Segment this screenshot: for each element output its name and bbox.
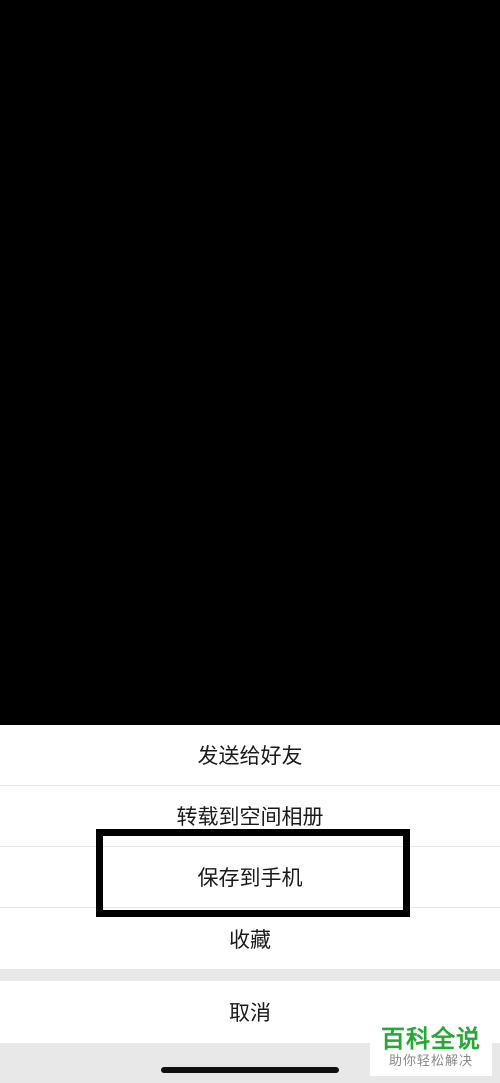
save-to-phone-button[interactable]: 保存到手机 <box>0 847 500 908</box>
watermark-subtitle: 助你轻松解决 <box>388 1054 473 1069</box>
action-menu: 发送给好友 转载到空间相册 保存到手机 收藏 <box>0 725 500 969</box>
favorite-button[interactable]: 收藏 <box>0 908 500 969</box>
screen: 发送给好友 转载到空间相册 保存到手机 收藏 取消 百科全说 助你轻松解决 <box>0 0 500 1083</box>
repost-to-album-button[interactable]: 转载到空间相册 <box>0 786 500 847</box>
watermark-logo: 百科全说 助你轻松解决 <box>370 1020 492 1076</box>
image-viewer[interactable] <box>0 0 500 725</box>
send-to-friend-button[interactable]: 发送给好友 <box>0 725 500 786</box>
home-indicator[interactable] <box>161 1067 339 1073</box>
watermark-title: 百科全说 <box>381 1025 481 1053</box>
